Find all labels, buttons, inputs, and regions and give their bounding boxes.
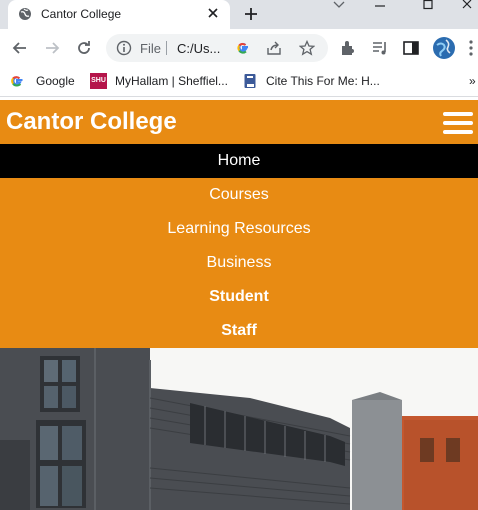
google-icon [11, 76, 23, 87]
address-bar[interactable]: File C:/Us... [106, 34, 328, 62]
bookmark-cite-this-for-me[interactable]: Cite This For Me: H... [243, 72, 383, 90]
media-queue-icon[interactable] [370, 38, 390, 58]
forward-icon[interactable] [42, 38, 62, 58]
bookmark-label: Cite This For Me: H... [266, 74, 380, 88]
close-tab-icon[interactable] [206, 6, 220, 20]
side-panel-icon[interactable] [401, 38, 421, 58]
omnibox-url[interactable]: C:/Us... [177, 41, 220, 56]
bookmark-myhallam[interactable]: SHU MyHallam | Sheffiel... [90, 72, 230, 90]
browser-tab[interactable]: Cantor College [8, 0, 230, 29]
reload-icon[interactable] [74, 38, 94, 58]
bookmark-google[interactable]: Google [10, 72, 80, 90]
globe-icon [19, 8, 31, 20]
nav-item-courses[interactable]: Courses [0, 178, 478, 212]
minimize-icon[interactable] [365, 0, 395, 12]
browser-tab-strip: Cantor College [0, 0, 478, 29]
share-icon[interactable] [266, 40, 282, 56]
site-logo[interactable]: Cantor College [6, 108, 177, 136]
menu-kebab-icon[interactable] [464, 38, 478, 58]
bookmark-book-icon [244, 74, 256, 88]
star-icon[interactable] [299, 40, 315, 56]
shu-icon: SHU [90, 73, 107, 89]
college-building-image [0, 348, 478, 510]
bookmarks-bar: Google SHU MyHallam | Sheffiel... Cite T… [0, 67, 478, 97]
nav-item-learning-resources[interactable]: Learning Resources [0, 212, 478, 246]
nav-item-home[interactable]: Home [0, 144, 478, 178]
profile-avatar-icon[interactable] [432, 36, 456, 60]
tab-title: Cantor College [41, 7, 122, 21]
info-icon[interactable] [116, 40, 132, 56]
nav-item-staff[interactable]: Staff [0, 314, 478, 348]
hero-image [0, 348, 478, 510]
main-nav: Home Courses Learning Resources Business… [0, 144, 478, 348]
bookmark-label: Google [36, 74, 75, 88]
browser-toolbar: File C:/Us... [0, 29, 478, 67]
maximize-icon[interactable] [413, 0, 443, 12]
google-lens-icon[interactable] [236, 41, 250, 55]
omnibox-scheme: File [140, 41, 161, 56]
more-bookmarks-chevron[interactable]: » [469, 74, 476, 88]
extensions-icon[interactable] [338, 38, 358, 58]
site-header: Cantor College [0, 100, 478, 144]
nav-item-business[interactable]: Business [0, 246, 478, 280]
bookmark-label: MyHallam | Sheffiel... [115, 74, 228, 88]
nav-item-student[interactable]: Student [0, 280, 478, 314]
omnibox-separator [166, 41, 167, 55]
close-window-icon[interactable] [455, 0, 478, 12]
hamburger-menu-icon[interactable] [443, 112, 473, 134]
new-tab-icon[interactable] [243, 6, 259, 22]
back-icon[interactable] [10, 38, 30, 58]
web-page: Cantor College Home Courses Learning Res… [0, 97, 478, 510]
tab-search-icon[interactable] [324, 0, 354, 12]
